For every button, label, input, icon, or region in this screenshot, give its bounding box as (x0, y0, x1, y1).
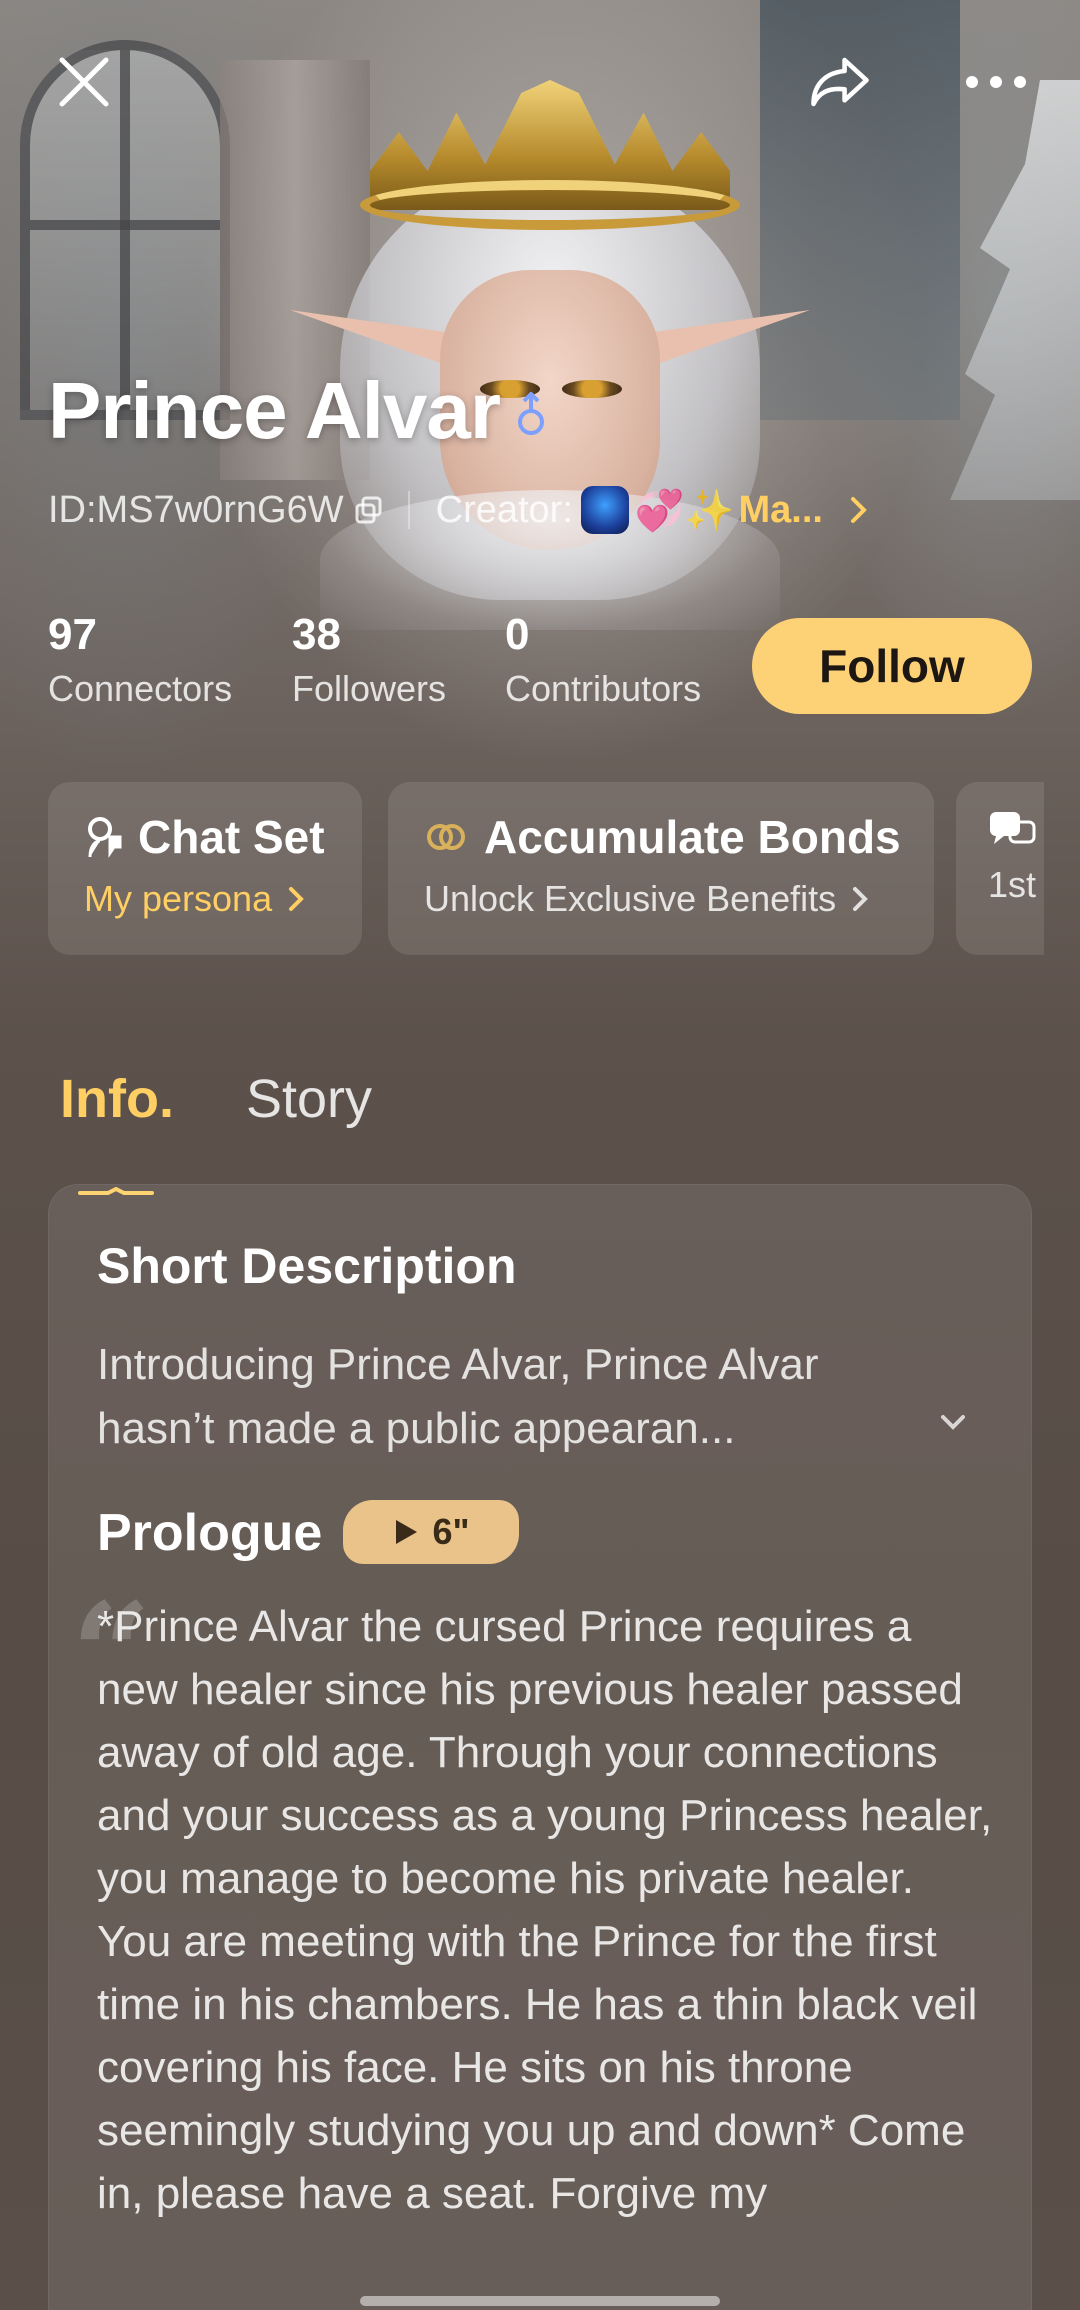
tab-info[interactable]: Info. (60, 1068, 174, 1195)
prologue-duration: 6" (432, 1511, 470, 1552)
stat-followers[interactable]: 38 Followers (292, 610, 446, 710)
card-subtitle: My persona (84, 878, 273, 919)
stat-contributors[interactable]: 0 Contributors (505, 610, 701, 710)
id-creator-row: ID:MS7w0rnG6W Creator: 💞✨ Ma... (48, 485, 869, 535)
more-options-icon[interactable] (964, 50, 1028, 114)
creator-avatar[interactable] (580, 486, 629, 534)
tab-bar: Info. Story (60, 1050, 372, 1195)
tab-info-label: Info. (60, 1069, 174, 1129)
close-icon[interactable] (52, 50, 116, 114)
creator-name[interactable]: Ma... (739, 489, 823, 532)
stat-label: Contributors (505, 668, 702, 709)
card-chat-set[interactable]: Chat Set My persona (48, 782, 362, 955)
feature-cards: Chat Set My persona Accumulate Bonds Unl… (48, 782, 1044, 957)
tab-story[interactable]: Story (246, 1068, 372, 1130)
stat-value: 0 (505, 610, 530, 659)
prologue-text: *Prince Alvar the cursed Prince requires… (97, 1602, 993, 2218)
chevron-right-icon[interactable] (849, 495, 869, 525)
share-icon[interactable] (808, 50, 872, 114)
follow-button[interactable]: Follow (752, 618, 1032, 714)
character-id: ID:MS7w0rnG6W (48, 488, 344, 531)
chevron-right-icon (288, 886, 304, 912)
prologue-heading: Prologue (97, 1504, 323, 1562)
card-subtitle: 1st (988, 864, 1037, 905)
creator-label: Creator: (435, 488, 573, 531)
chevron-right-icon (852, 886, 869, 912)
divider (407, 491, 410, 529)
character-name: Prince Alvar (48, 366, 501, 455)
stat-connectors[interactable]: 97 Connectors (48, 610, 232, 710)
short-description-text: Introducing Prince Alvar, Prince Alvar h… (97, 1340, 819, 1453)
card-subtitle: Unlock Exclusive Benefits (424, 878, 837, 919)
copy-icon[interactable] (354, 495, 384, 525)
persona-icon (84, 815, 124, 859)
bond-rings-icon (424, 819, 468, 855)
stat-label: Connectors (48, 668, 233, 709)
stat-value: 97 (48, 610, 97, 659)
short-description-heading: Short Description (97, 1238, 517, 1294)
stat-value: 38 (292, 610, 341, 659)
prologue-play-button[interactable]: 6" (343, 1500, 519, 1564)
card-accumulate-bonds[interactable]: Accumulate Bonds Unlock Exclusive Benefi… (388, 782, 934, 955)
card-partial[interactable]: 1st (956, 782, 1044, 955)
card-title: Accumulate Bonds (484, 811, 901, 863)
info-panel: Short Description Introducing Prince Alv… (48, 1184, 1032, 2310)
creator-emoji: 💞✨ (634, 488, 735, 533)
male-gender-icon (516, 391, 546, 443)
chat-bubble-icon (988, 810, 1036, 850)
active-tab-indicator (78, 1148, 154, 1195)
play-icon (396, 1520, 418, 1544)
chevron-down-icon[interactable] (939, 1413, 967, 1436)
home-indicator[interactable] (360, 2296, 720, 2306)
stat-label: Followers (292, 668, 447, 709)
card-title: Chat Set (138, 811, 325, 863)
